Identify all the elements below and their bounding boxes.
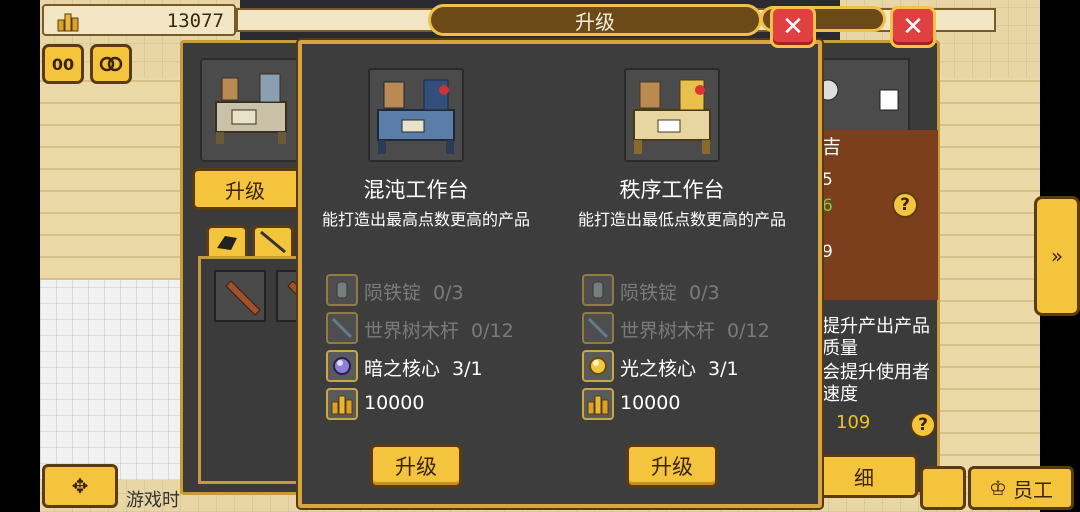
help-icon[interactable]: ? bbox=[910, 412, 936, 438]
requirement-row: 暗之核心 3/1 bbox=[326, 350, 566, 384]
stick-tab-icon bbox=[260, 230, 286, 254]
current-workbench-image bbox=[200, 58, 304, 162]
worker-portrait bbox=[812, 58, 910, 132]
wood-stick-icon bbox=[225, 280, 261, 316]
map-button[interactable] bbox=[90, 44, 132, 84]
next-arrow-button[interactable]: » bbox=[1034, 196, 1080, 316]
stat-value-3: 9 bbox=[822, 242, 833, 262]
stat-value-1: 5 bbox=[822, 170, 833, 190]
tab-materials[interactable] bbox=[252, 225, 294, 259]
requirement-label: 世界树木杆 bbox=[620, 320, 716, 342]
close-info-panel-button[interactable]: ✕ bbox=[890, 6, 936, 48]
bench-name: 混沌工作台 bbox=[363, 178, 469, 202]
requirement-row: 世界树木杆 0/12 bbox=[582, 312, 822, 346]
requirement-amount: 0/12 bbox=[471, 320, 514, 342]
game-time-text: 游戏时 bbox=[126, 490, 180, 511]
upgrade-label: 升级 bbox=[395, 455, 437, 479]
screen-edge-left bbox=[0, 0, 40, 512]
light-core-icon bbox=[582, 350, 614, 382]
gold-icon bbox=[582, 388, 614, 420]
game-scene: 13077 00 ✕ 升级 吉 5 6 9 ? 提升产出产品 质量 会提升使用者… bbox=[0, 0, 1080, 512]
upgrade-chaos-button[interactable]: 升级 bbox=[370, 444, 462, 488]
requirement-amount: 0/12 bbox=[727, 320, 770, 342]
help-icon[interactable]: ? bbox=[892, 192, 918, 218]
gold-value: 13077 bbox=[166, 10, 224, 32]
dark-core-icon bbox=[326, 350, 358, 382]
workbench-icon bbox=[215, 73, 287, 144]
detail-label: 细 bbox=[854, 465, 874, 490]
requirement-row: 陨铁锭 0/3 bbox=[326, 274, 566, 308]
upgrade-order-button[interactable]: 升级 bbox=[626, 444, 718, 488]
requirement-label: 世界树木杆 bbox=[364, 320, 460, 342]
requirement-amount: 3/1 bbox=[708, 358, 739, 380]
close-icon: ✕ bbox=[782, 12, 804, 42]
meteor-iron-ingot-icon bbox=[582, 274, 614, 306]
world-tree-pole-icon bbox=[582, 312, 614, 344]
detail-button[interactable]: 细 bbox=[810, 454, 918, 498]
side-upgrade-button[interactable]: 升级 bbox=[192, 168, 308, 210]
requirement-label: 光之核心 bbox=[620, 358, 697, 380]
ingot-tab-icon bbox=[217, 236, 237, 250]
requirement-amount: 0/3 bbox=[433, 282, 464, 304]
requirement-row: 10000 bbox=[326, 388, 566, 422]
requirement-row: 10000 bbox=[582, 388, 822, 422]
requirement-label: 陨铁锭 bbox=[364, 282, 422, 304]
requirement-label: 陨铁锭 bbox=[620, 282, 678, 304]
gold-icon bbox=[57, 13, 79, 32]
gold-counter: 13077 bbox=[42, 4, 236, 36]
effect-line-4: 速度 bbox=[822, 384, 858, 405]
close-icon: ✕ bbox=[902, 12, 924, 42]
world-tree-pole-icon bbox=[326, 312, 358, 344]
order-workbench-image bbox=[624, 68, 720, 162]
staff-button[interactable]: ♔ 员工 bbox=[968, 466, 1074, 510]
requirement-amount: 0/3 bbox=[689, 282, 720, 304]
crown-icon: ♔ bbox=[989, 476, 1007, 500]
worker-name-partial: 吉 bbox=[822, 136, 842, 158]
tab-ingredients[interactable] bbox=[206, 225, 248, 259]
side-upgrade-label: 升级 bbox=[225, 178, 265, 203]
bench-description: 能打造出最低点数更高的产品 bbox=[577, 210, 786, 229]
staff-label: 员工 bbox=[1012, 477, 1053, 502]
gold-icon bbox=[326, 388, 358, 420]
effect-line-2: 质量 bbox=[822, 338, 858, 359]
chaos-bench-option: 混沌工作台 能打造出最高点数更高的产品 陨铁锭 0/3 世界树木杆 0/12 暗之核… bbox=[300, 56, 560, 496]
requirement-label: 暗之核心 bbox=[364, 358, 441, 380]
order-bench-option: 秩序工作台 能打造出最低点数更高的产品 陨铁锭 0/3 世界树木杆 0/12 光之核… bbox=[556, 56, 816, 496]
bench-description: 能打造出最高点数更高的产品 bbox=[321, 210, 530, 229]
upgrade-label: 升级 bbox=[651, 455, 693, 479]
move-arrows-icon: ✥ bbox=[71, 474, 89, 498]
camera-move-button[interactable]: ✥ bbox=[42, 464, 118, 508]
pause-button[interactable]: 00 bbox=[42, 44, 84, 84]
dialog-title: 升级 bbox=[428, 4, 762, 36]
requirement-label: 10000 bbox=[620, 392, 681, 414]
worker-value: 109 bbox=[836, 412, 871, 433]
extra-menu-button[interactable] bbox=[920, 466, 966, 510]
worker-avatar bbox=[817, 79, 899, 111]
chaos-workbench-image bbox=[368, 68, 464, 162]
pause-label: 00 bbox=[51, 54, 75, 74]
requirement-row: 陨铁锭 0/3 bbox=[582, 274, 822, 308]
order-workbench-icon bbox=[633, 79, 711, 154]
material-slot[interactable] bbox=[214, 270, 266, 322]
dialog-title-text: 升级 bbox=[575, 9, 615, 34]
requirement-amount: 3/1 bbox=[452, 358, 483, 380]
double-chevron-right-icon: » bbox=[1050, 244, 1064, 268]
requirement-row: 光之核心 3/1 bbox=[582, 350, 822, 384]
requirement-row: 世界树木杆 0/12 bbox=[326, 312, 566, 346]
close-dialog-button[interactable]: ✕ bbox=[770, 6, 816, 48]
map-icon bbox=[99, 56, 123, 72]
bench-name: 秩序工作台 bbox=[619, 178, 725, 202]
chaos-workbench-icon bbox=[377, 79, 455, 154]
stat-value-2: 6 bbox=[822, 196, 833, 216]
requirement-label: 10000 bbox=[364, 392, 425, 414]
meteor-iron-ingot-icon bbox=[326, 274, 358, 306]
